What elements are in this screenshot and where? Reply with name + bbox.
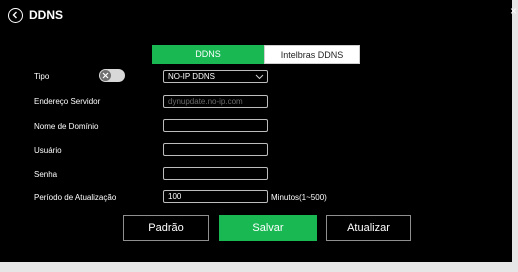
user-label: Usuário — [34, 146, 62, 155]
server-input[interactable]: dynupdate.no-ip.com — [163, 95, 268, 108]
save-button[interactable]: Salvar — [219, 215, 317, 241]
enable-toggle[interactable] — [99, 69, 125, 82]
period-input[interactable]: 100 — [163, 190, 268, 203]
period-unit: Minutos(1~500) — [271, 193, 327, 202]
page-title: DDNS — [29, 8, 64, 22]
domain-label: Nome de Domínio — [34, 122, 99, 131]
refresh-button[interactable]: Atualizar — [326, 215, 411, 241]
chevron-down-icon — [255, 74, 264, 80]
tipo-label: Tipo — [34, 72, 50, 81]
back-arrow-icon — [12, 11, 17, 19]
tab-intelbras-ddns[interactable]: Intelbras DDNS — [264, 45, 360, 64]
header: DDNS — [0, 0, 512, 34]
server-label: Endereço Servidor — [34, 97, 101, 106]
default-button[interactable]: Padrão — [123, 215, 209, 241]
x-icon — [102, 72, 109, 79]
close-icon[interactable]: × — [510, 5, 517, 17]
password-label: Senha — [34, 170, 58, 179]
back-button[interactable] — [8, 8, 23, 23]
ddns-type-select[interactable]: NO-IP DDNS — [163, 70, 268, 83]
password-input[interactable] — [163, 167, 268, 180]
ddns-type-value: NO-IP DDNS — [168, 72, 215, 81]
tab-ddns[interactable]: DDNS — [152, 45, 264, 64]
user-input[interactable] — [163, 143, 268, 156]
ddns-panel: DDNS DDNS Intelbras DDNS Tipo NO-IP DDNS… — [0, 0, 512, 262]
domain-input[interactable] — [163, 119, 268, 132]
toggle-knob — [100, 70, 111, 81]
period-label: Período de Atualização — [34, 193, 117, 202]
